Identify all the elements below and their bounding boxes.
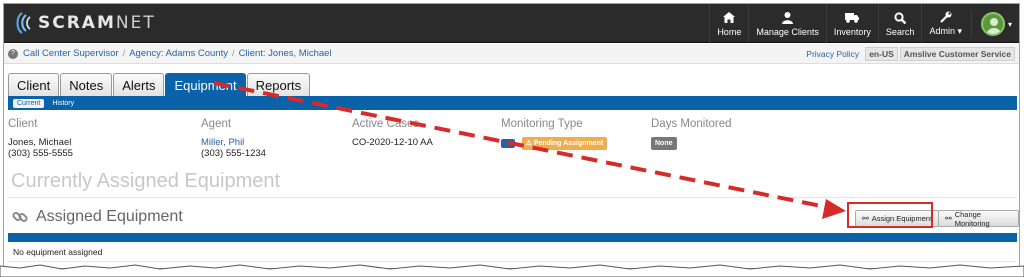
nav-search[interactable]: Search (877, 4, 922, 43)
brand-name: SCRAMNET (38, 13, 156, 33)
breadcrumb: ? Call Center Supervisor / Agency: Adams… (4, 44, 1019, 64)
change-monitoring-button[interactable]: ⚯ Change Monitoring (938, 210, 1019, 228)
monitoring-type-header: Monitoring Type (501, 118, 583, 130)
search-icon (894, 11, 907, 25)
nav-inventory-label: Inventory (833, 26, 871, 37)
breadcrumb-item-role[interactable]: Call Center Supervisor (23, 48, 119, 59)
nav-manage-clients[interactable]: Manage Clients (748, 4, 826, 43)
client-tabs: Client Notes Alerts Equipment Reports (8, 73, 311, 96)
section-title-text: Assigned Equipment (36, 208, 183, 225)
nav-home[interactable]: Home (709, 4, 748, 43)
nav-admin-label: Admin ▾ (929, 26, 962, 36)
agent-header: Agent (201, 118, 232, 130)
active-case-number[interactable]: CO-2020-12-10 AA (352, 137, 433, 148)
section-title: Assigned Equipment (12, 208, 183, 226)
agent-info-column: Agent Miller, Phil (303) 555-1234 (201, 118, 266, 159)
tab-alerts[interactable]: Alerts (113, 73, 165, 96)
agent-phone: (303) 555-1234 (201, 148, 266, 159)
nav-search-label: Search (885, 26, 915, 37)
active-cases-header: Active Cases (352, 118, 420, 130)
breadcrumb-separator: / (231, 48, 235, 59)
chevron-down-icon: ▾ (1007, 19, 1012, 29)
link-icon (12, 209, 28, 225)
nav-home-label: Home (717, 26, 742, 37)
customer-service-badge[interactable]: Amslive Customer Service (899, 47, 1015, 61)
agent-name-link[interactable]: Miller, Phil (201, 137, 244, 148)
client-info-column: Client Jones, Michael (303) 555-5555 (8, 118, 73, 159)
avatar (980, 12, 1005, 36)
days-monitored-header: Days Monitored (651, 118, 732, 130)
torn-edge-decoration (0, 264, 1024, 277)
info-icon[interactable]: ? (8, 48, 18, 59)
breadcrumb-separator: / (122, 48, 126, 59)
breadcrumb-item-client[interactable]: Client: Jones, Michael (239, 48, 332, 59)
link-icon: ⚯ (945, 214, 952, 223)
pending-assignment-badge: ⚠ Pending Assignment (521, 137, 608, 150)
active-cases-column: Active Cases CO-2020-12-10 AA (352, 118, 433, 148)
client-header: Client (8, 118, 38, 130)
subtab-history[interactable]: History (48, 99, 78, 108)
tab-reports[interactable]: Reports (246, 73, 311, 96)
wrench-icon (939, 10, 952, 24)
truck-icon (845, 11, 860, 25)
user-icon (782, 11, 794, 25)
table-row: No equipment assigned (8, 242, 1017, 262)
nav-inventory[interactable]: Inventory (825, 4, 878, 43)
tab-equipment[interactable]: Equipment (165, 73, 246, 96)
brand-logo[interactable]: SCRAMNET (12, 10, 156, 36)
scram-logo-icon (16, 12, 31, 34)
divider (8, 197, 1017, 198)
annotation-highlight-box (847, 202, 933, 228)
top-navbar: SCRAMNET Home Manage Clients Inventory S… (4, 4, 1019, 43)
nav-menu: Home Manage Clients Inventory Search Adm… (709, 4, 969, 43)
breadcrumb-item-agency[interactable]: Agency: Adams County (129, 48, 228, 59)
days-monitored-badge: None (651, 137, 677, 150)
nav-manage-clients-label: Manage Clients (756, 26, 819, 37)
tab-client[interactable]: Client (8, 73, 60, 96)
days-monitored-column: Days Monitored None (651, 118, 732, 150)
monitoring-type-column: Monitoring Type ⚠ Pending Assignment (501, 118, 608, 150)
tab-notes[interactable]: Notes (60, 73, 113, 96)
device-type-icon (501, 139, 515, 148)
client-name: Jones, Michael (8, 137, 72, 148)
nav-admin[interactable]: Admin ▾ (921, 4, 969, 43)
locale-badge[interactable]: en-US (865, 47, 898, 61)
home-icon (723, 11, 736, 25)
app-window: SCRAMNET Home Manage Clients Inventory S… (3, 3, 1020, 269)
client-phone: (303) 555-5555 (8, 148, 73, 159)
equipment-table-header (8, 233, 1017, 242)
page-title: Currently Assigned Equipment (11, 170, 281, 192)
subtab-bar: Current History (8, 96, 1017, 110)
header-utility-links: Privacy Policy en-US Amslive Customer Se… (806, 47, 1015, 61)
user-menu[interactable]: ▾ (970, 10, 1012, 38)
subtab-current[interactable]: Current (13, 98, 45, 108)
privacy-policy-link[interactable]: Privacy Policy (806, 49, 859, 59)
admin-caret-icon: ▾ (957, 26, 962, 36)
